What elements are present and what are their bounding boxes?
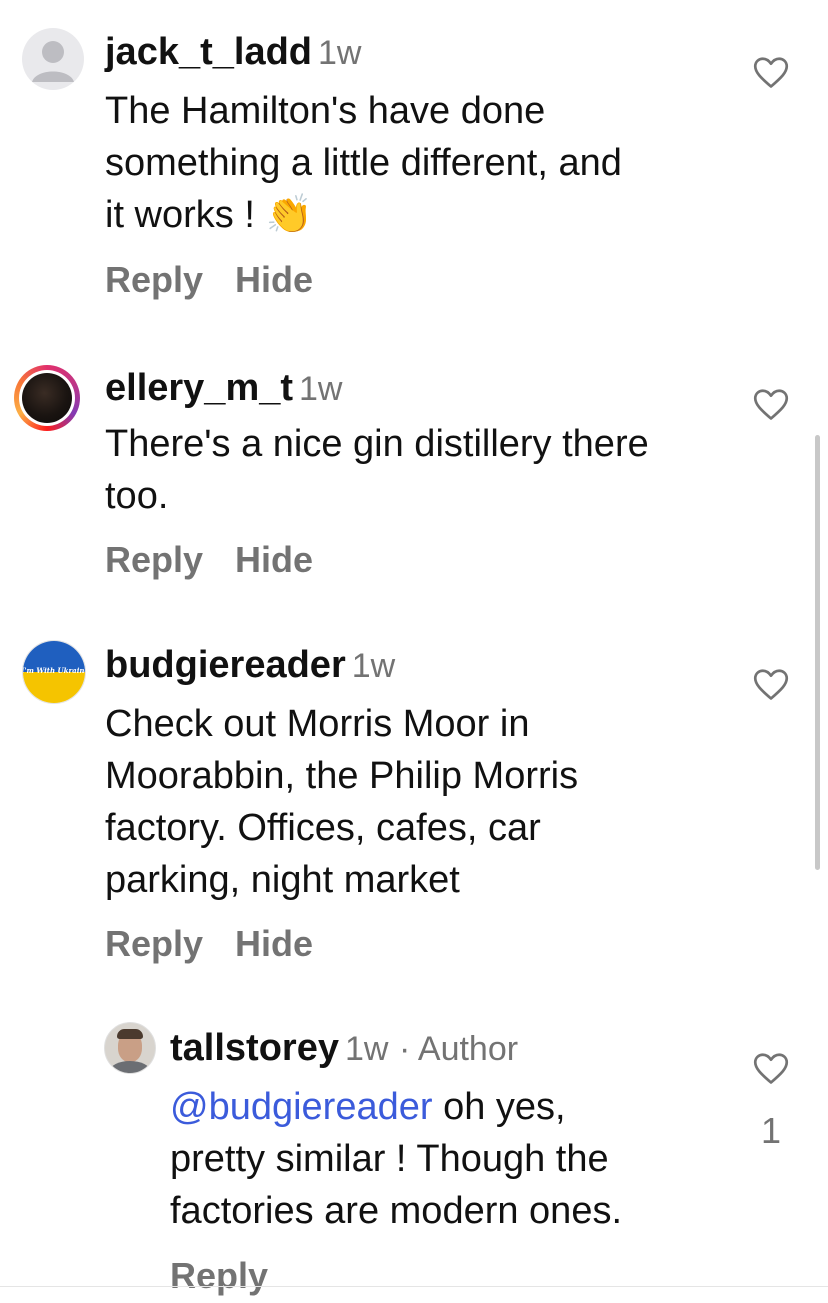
username-text[interactable]: ellery_m_t — [105, 367, 293, 409]
comment-jack-t-ladd: jack_t_ladd 1w The Hamilton's have done s… — [0, 0, 828, 320]
comment-actions: Reply Hide — [105, 539, 345, 581]
mention-link[interactable]: @budgiereader — [170, 1086, 433, 1128]
comment-actions: Reply — [170, 1255, 300, 1297]
avatar-label: I'm With Ukraine — [22, 666, 86, 675]
comment-text: Check out Morris Moor in Moorabbin, the … — [105, 698, 578, 906]
comment-line: factories are modern ones. — [170, 1190, 623, 1232]
hide-button[interactable]: Hide — [235, 539, 313, 580]
heart-outline-icon[interactable] — [753, 1052, 789, 1086]
default-avatar-icon — [32, 41, 74, 82]
author-badge: · Author — [399, 1030, 519, 1068]
username-text[interactable]: tallstorey — [170, 1027, 339, 1069]
reply-button[interactable]: Reply — [105, 259, 203, 300]
comment-line: parking, night market — [105, 859, 460, 901]
reply-button[interactable]: Reply — [105, 923, 203, 964]
timestamp: 1w — [318, 34, 362, 72]
username-text[interactable]: jack_t_ladd — [105, 31, 312, 73]
comment-text: @budgiereader oh yes, pretty similar ! T… — [170, 1081, 622, 1237]
comment-line: Moorabbin, the Philip Morris — [105, 755, 579, 797]
like-count: 1 — [761, 1110, 782, 1151]
comment-line: @budgiereader oh yes, — [170, 1081, 622, 1133]
comment-line: There's a nice gin distillery there — [105, 423, 649, 465]
heart-outline-icon[interactable] — [753, 56, 789, 90]
comment-actions: Reply Hide — [105, 259, 345, 301]
heart-outline-icon[interactable] — [753, 668, 789, 702]
comment-text: There's a nice gin distillery there too. — [105, 418, 649, 522]
reply-button[interactable]: Reply — [105, 539, 203, 580]
username[interactable]: ellery_m_t 1w — [105, 367, 342, 410]
comment-actions: Reply Hide — [105, 923, 345, 965]
timestamp: 1w — [299, 370, 343, 408]
avatar[interactable] — [22, 28, 84, 90]
scrollbar[interactable] — [815, 435, 820, 870]
timestamp: 1w — [351, 647, 396, 685]
comment-line-rest: oh yes, — [432, 1086, 566, 1128]
hide-button[interactable]: Hide — [235, 923, 313, 964]
divider — [0, 1286, 828, 1287]
username[interactable]: tallstorey 1w · Author — [170, 1027, 518, 1070]
heart-outline-icon[interactable] — [753, 388, 789, 422]
comment-line: it works ! 👏 — [105, 194, 313, 236]
comment-line: too. — [105, 475, 169, 517]
comment-ellery-m-t: ellery_m_t 1w There's a nice gin distille… — [0, 340, 828, 620]
avatar-image — [19, 370, 75, 426]
comment-budgiereader: I'm With Ukraine budgiereader 1w Check ou… — [0, 620, 828, 1000]
reply-tallstorey: tallstorey 1w · Author @budgiereader oh y… — [0, 1000, 828, 1296]
comment-line: Check out Morris Moor in — [105, 703, 530, 745]
ukraine-flag-yellow — [23, 672, 85, 703]
comment-line: something a little different, and — [105, 142, 622, 184]
username[interactable]: jack_t_ladd 1w — [105, 31, 361, 74]
hide-button[interactable]: Hide — [235, 259, 313, 300]
comment-line: pretty similar ! Though the — [170, 1138, 609, 1180]
comment-line: factory. Offices, cafes, car — [105, 807, 541, 849]
username[interactable]: budgiereader 1w — [105, 644, 395, 687]
reply-button[interactable]: Reply — [170, 1255, 268, 1296]
avatar[interactable] — [104, 1022, 156, 1074]
avatar[interactable]: I'm With Ukraine — [22, 640, 86, 704]
comment-text: The Hamilton's have done something a lit… — [105, 85, 622, 241]
timestamp: 1w — [344, 1030, 389, 1068]
comment-line: The Hamilton's have done — [105, 90, 546, 132]
username-text[interactable]: budgiereader — [105, 644, 346, 686]
avatar[interactable] — [14, 365, 80, 431]
